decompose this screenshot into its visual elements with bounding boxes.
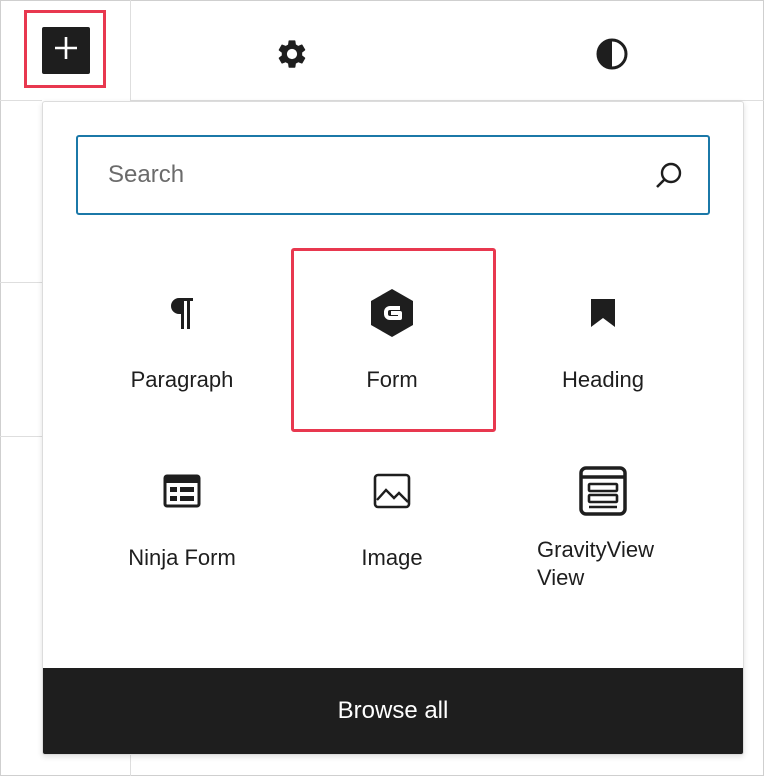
gear-icon (275, 37, 309, 76)
block-label: Paragraph (130, 367, 234, 392)
block-label: GravityView View (503, 536, 703, 592)
block-ninja-form[interactable]: Ninja Form (82, 466, 282, 572)
block-label-line: View (537, 565, 585, 590)
block-label: Image (361, 545, 423, 570)
grid-line (130, 753, 131, 776)
grid-line (0, 436, 42, 437)
contrast-icon (595, 37, 629, 76)
block-heading[interactable]: Heading (503, 288, 703, 394)
block-label-line: GravityView (537, 537, 654, 562)
grid-line (0, 100, 42, 101)
block-paragraph[interactable]: Paragraph (82, 288, 282, 394)
block-label: Ninja Form (128, 545, 236, 570)
settings-button[interactable] (272, 36, 312, 76)
form-block-highlight (291, 248, 496, 432)
block-label: Heading (562, 367, 644, 392)
form-table-icon (82, 466, 282, 516)
browse-all-button[interactable]: Browse all (43, 668, 743, 754)
grid-line (130, 0, 131, 100)
block-gravityview-view[interactable]: GravityView View (503, 466, 703, 592)
search-icon[interactable] (654, 161, 684, 196)
search-box (76, 135, 710, 215)
styles-button[interactable] (592, 36, 632, 76)
grid-line (0, 282, 42, 283)
inserter-button[interactable] (42, 27, 90, 74)
image-icon (292, 466, 492, 516)
gravityview-icon (503, 466, 703, 516)
block-inserter-popover: Paragraph Form Heading (42, 101, 744, 755)
search-input[interactable] (78, 137, 638, 213)
plus-icon (53, 35, 79, 66)
block-image[interactable]: Image (292, 466, 492, 572)
paragraph-icon (82, 288, 282, 338)
bookmark-icon (503, 288, 703, 338)
